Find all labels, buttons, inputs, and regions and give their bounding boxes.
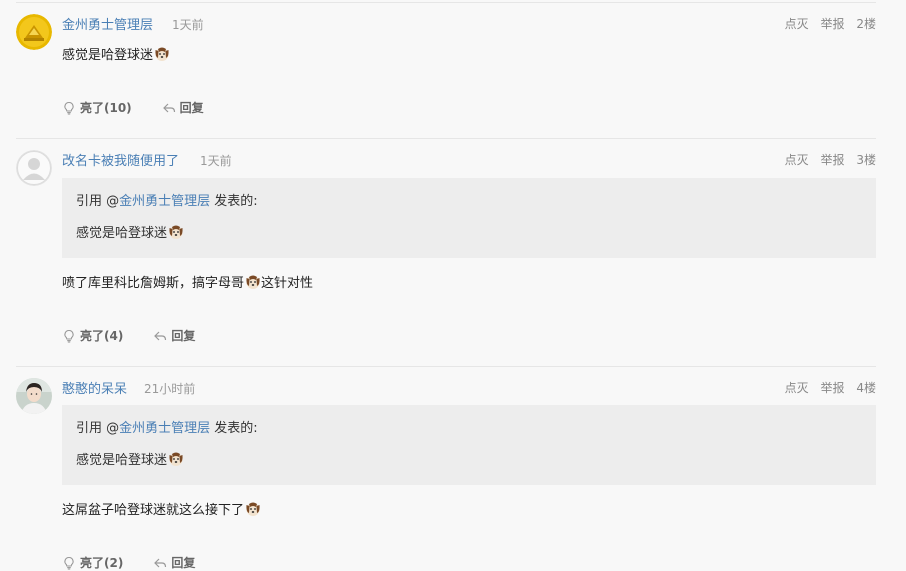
username[interactable]: 金州勇士管理层 xyxy=(62,14,153,33)
dog-emoji-icon xyxy=(169,452,183,466)
like-label: 亮了(10) xyxy=(80,101,132,115)
comment-text-tail: 这针对性 xyxy=(261,276,314,291)
like-button[interactable]: 亮了(2) xyxy=(62,554,123,571)
quote-body: 感觉是哈登球迷 xyxy=(76,449,184,468)
gold-team-logo-icon xyxy=(16,14,52,50)
username[interactable]: 改名卡被我随便用了 xyxy=(62,150,179,169)
post-time: 21小时前 xyxy=(144,382,196,396)
default-avatar-icon xyxy=(16,150,52,186)
username[interactable]: 憨憨的呆呆 xyxy=(62,378,127,397)
lightbulb-icon xyxy=(64,101,74,115)
dislike-button[interactable]: 点灭 xyxy=(785,153,809,167)
quote-prefix: 引用 @ xyxy=(76,421,120,436)
lightbulb-icon xyxy=(64,556,74,570)
quote-suffix: 发表的: xyxy=(210,421,258,436)
like-button[interactable]: 亮了(4) xyxy=(62,327,123,344)
comment-bottom-actions: 亮了(10) 回复 xyxy=(62,99,204,116)
quote-header: 引用 @金州勇士管理层 发表的: xyxy=(76,190,258,209)
comment-text: 这屌盆子哈登球迷就这么接下了 xyxy=(62,503,245,518)
comment-body: 感觉是哈登球迷 xyxy=(62,44,170,63)
reply-arrow-icon xyxy=(162,103,175,112)
divider xyxy=(16,366,876,367)
floor-number: 4楼 xyxy=(856,381,876,395)
dog-emoji-icon xyxy=(155,47,169,61)
comment-text: 喷了库里科比詹姆斯，搞字母哥 xyxy=(62,276,245,291)
like-label: 亮了(4) xyxy=(80,329,124,343)
comment-actions: 点灭 举报 4楼 xyxy=(777,379,876,396)
comment-bottom-actions: 亮了(4) 回复 xyxy=(62,327,195,344)
comment-body: 这屌盆子哈登球迷就这么接下了 xyxy=(62,499,261,518)
quote-header: 引用 @金州勇士管理层 发表的: xyxy=(76,417,258,436)
quote-prefix: 引用 @ xyxy=(76,194,120,209)
quote-suffix: 发表的: xyxy=(210,194,258,209)
quote-username[interactable]: 金州勇士管理层 xyxy=(119,421,210,436)
comment-body: 喷了库里科比詹姆斯，搞字母哥 这针对性 xyxy=(62,272,313,291)
comment-actions: 点灭 举报 3楼 xyxy=(777,151,876,168)
quote-text: 感觉是哈登球迷 xyxy=(76,226,168,241)
quote-block: 引用 @金州勇士管理层 发表的: 感觉是哈登球迷 xyxy=(62,405,876,485)
floor-number: 2楼 xyxy=(856,17,876,31)
reply-label: 回复 xyxy=(171,556,196,570)
quote-text: 感觉是哈登球迷 xyxy=(76,453,168,468)
dog-emoji-icon xyxy=(246,275,260,289)
comment-actions: 点灭 举报 2楼 xyxy=(777,15,876,32)
reply-button[interactable]: 回复 xyxy=(153,327,195,344)
reply-arrow-icon xyxy=(154,331,167,340)
post-time: 1天前 xyxy=(200,154,232,168)
quote-username[interactable]: 金州勇士管理层 xyxy=(119,194,210,209)
comment-bottom-actions: 亮了(2) 回复 xyxy=(62,554,195,571)
reply-arrow-icon xyxy=(154,558,167,567)
report-button[interactable]: 举报 xyxy=(821,153,845,167)
floor-number: 3楼 xyxy=(856,153,876,167)
avatar[interactable] xyxy=(16,150,52,186)
like-button[interactable]: 亮了(10) xyxy=(62,99,132,116)
report-button[interactable]: 举报 xyxy=(821,381,845,395)
quote-body: 感觉是哈登球迷 xyxy=(76,222,184,241)
reply-label: 回复 xyxy=(171,329,196,343)
divider xyxy=(16,2,876,3)
post-time: 1天前 xyxy=(172,18,204,32)
photo-avatar-icon xyxy=(16,378,52,414)
lightbulb-icon xyxy=(64,329,74,343)
reply-label: 回复 xyxy=(179,101,204,115)
comment-text: 感觉是哈登球迷 xyxy=(62,48,154,63)
reply-button[interactable]: 回复 xyxy=(162,99,204,116)
report-button[interactable]: 举报 xyxy=(821,17,845,31)
dog-emoji-icon xyxy=(246,502,260,516)
avatar[interactable] xyxy=(16,14,52,50)
quote-block: 引用 @金州勇士管理层 发表的: 感觉是哈登球迷 xyxy=(62,178,876,258)
reply-button[interactable]: 回复 xyxy=(153,554,195,571)
like-label: 亮了(2) xyxy=(80,556,124,570)
dog-emoji-icon xyxy=(169,225,183,239)
dislike-button[interactable]: 点灭 xyxy=(785,381,809,395)
divider xyxy=(16,138,876,139)
avatar[interactable] xyxy=(16,378,52,414)
dislike-button[interactable]: 点灭 xyxy=(785,17,809,31)
